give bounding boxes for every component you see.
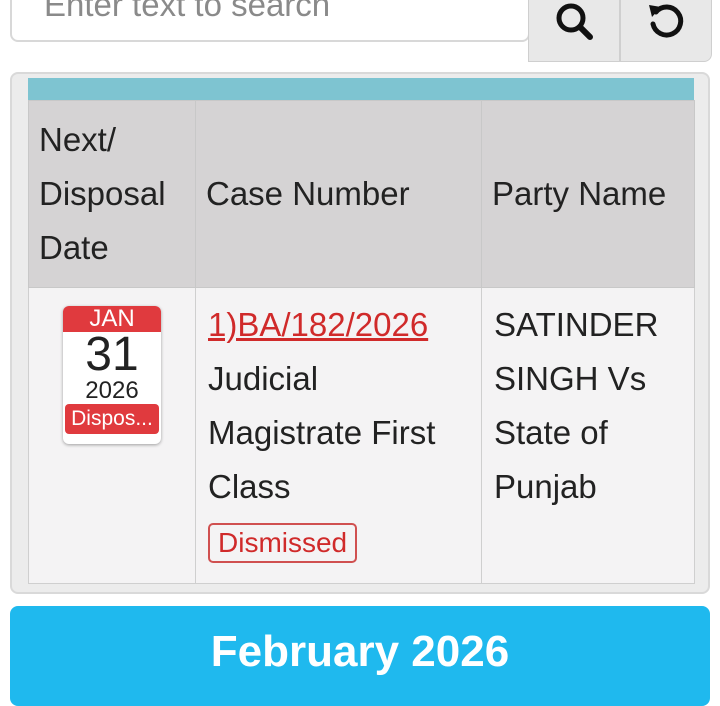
search-placeholder: Enter text to search [44, 0, 331, 23]
status-badge: Dismissed [208, 523, 358, 563]
case-number-link[interactable]: 1)BA/182/2026 [208, 306, 428, 343]
header-party-name: Party Name [481, 100, 695, 288]
header-case-number: Case Number [195, 100, 482, 288]
header-next-disposal-date: Next/ Disposal Date [28, 100, 196, 288]
calendar-status: Dispos... [65, 404, 159, 434]
case-table: Next/ Disposal Date Case Number Party Na… [28, 100, 695, 584]
refresh-button[interactable] [620, 0, 712, 62]
case-number-cell: 1)BA/182/2026 Judicial Magistrate First … [195, 287, 482, 584]
calendar-day: 31 [85, 328, 139, 381]
search-button[interactable] [528, 0, 620, 62]
search-input[interactable]: Enter text to search [10, 0, 530, 42]
search-bar: Enter text to search [10, 0, 712, 62]
refresh-icon [649, 4, 684, 38]
court-name: Judicial Magistrate First Class [208, 360, 436, 505]
calendar-year: 2026 [85, 377, 139, 404]
table-header-row: Next/ Disposal Date Case Number Party Na… [28, 100, 695, 288]
case-list-panel: Next/ Disposal Date Case Number Party Na… [10, 72, 710, 594]
table-row[interactable]: JAN 31 2026 Dispos... 1)BA/182/2026 Judi… [28, 287, 695, 584]
panel-header-bar [28, 78, 694, 100]
date-cell: JAN 31 2026 Dispos... [28, 287, 196, 584]
party-name-cell: SATINDER SINGH Vs State of Punjab [481, 287, 695, 584]
calendar-date-icon: JAN 31 2026 Dispos... [63, 306, 161, 444]
search-icon [556, 3, 593, 40]
month-section-header[interactable]: February 2026 [10, 606, 710, 706]
